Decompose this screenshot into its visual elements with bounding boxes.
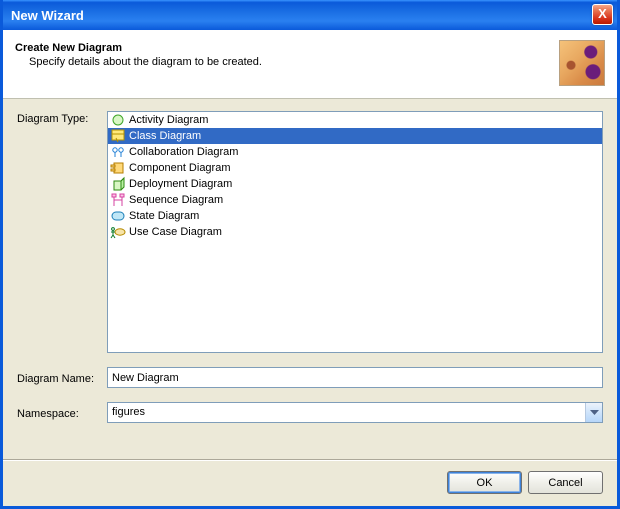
list-item[interactable]: Use Case Diagram <box>108 224 602 240</box>
close-button[interactable]: X <box>592 4 613 25</box>
diagram-name-label: Diagram Name: <box>17 371 101 385</box>
list-item-label: Sequence Diagram <box>129 194 223 206</box>
diagram-type-list[interactable]: Activity Diagram Class Diagram Collaborati… <box>107 111 603 353</box>
namespace-value: figures <box>108 403 585 422</box>
list-item-label: State Diagram <box>129 210 199 222</box>
diagram-type-row: Diagram Type: Activity Diagram Class Diag… <box>17 111 603 353</box>
class-diagram-icon <box>110 128 126 144</box>
diagram-type-label: Diagram Type: <box>17 111 101 125</box>
window-title: New Wizard <box>11 8 84 23</box>
diagram-name-row: Diagram Name: <box>17 367 603 388</box>
component-diagram-icon <box>110 160 126 176</box>
list-item[interactable]: Activity Diagram <box>108 112 602 128</box>
list-item[interactable]: Collaboration Diagram <box>108 144 602 160</box>
banner-image <box>559 40 605 86</box>
list-item-label: Component Diagram <box>129 162 231 174</box>
list-item[interactable]: Class Diagram <box>108 128 602 144</box>
content-area: Diagram Type: Activity Diagram Class Diag… <box>3 99 617 459</box>
banner-subtitle: Specify details about the diagram to be … <box>29 56 262 68</box>
collaboration-diagram-icon <box>110 144 126 160</box>
list-item[interactable]: Deployment Diagram <box>108 176 602 192</box>
chevron-down-icon <box>590 410 599 416</box>
list-item-label: Deployment Diagram <box>129 178 232 190</box>
list-item-label: Collaboration Diagram <box>129 146 238 158</box>
namespace-label: Namespace: <box>17 406 101 420</box>
sequence-diagram-icon <box>110 192 126 208</box>
titlebar[interactable]: New Wizard X <box>3 0 617 30</box>
close-icon: X <box>598 6 607 21</box>
activity-diagram-icon <box>110 112 126 128</box>
namespace-dropdown-button[interactable] <box>585 403 602 422</box>
ok-button[interactable]: OK <box>447 471 522 494</box>
namespace-row: Namespace: figures <box>17 402 603 423</box>
list-item-label: Class Diagram <box>129 130 201 142</box>
usecase-diagram-icon <box>110 224 126 240</box>
list-item[interactable]: Component Diagram <box>108 160 602 176</box>
state-diagram-icon <box>110 208 126 224</box>
list-item[interactable]: Sequence Diagram <box>108 192 602 208</box>
diagram-name-input[interactable] <box>107 367 603 388</box>
banner: Create New Diagram Specify details about… <box>3 30 617 99</box>
namespace-combo[interactable]: figures <box>107 402 603 423</box>
list-item-label: Activity Diagram <box>129 114 208 126</box>
window-frame: New Wizard X Create New Diagram Specify … <box>0 0 620 509</box>
button-row: OK Cancel <box>3 461 617 506</box>
cancel-button[interactable]: Cancel <box>528 471 603 494</box>
banner-text: Create New Diagram Specify details about… <box>15 40 262 68</box>
list-item-label: Use Case Diagram <box>129 226 222 238</box>
banner-title: Create New Diagram <box>15 42 262 54</box>
list-item[interactable]: State Diagram <box>108 208 602 224</box>
deployment-diagram-icon <box>110 176 126 192</box>
